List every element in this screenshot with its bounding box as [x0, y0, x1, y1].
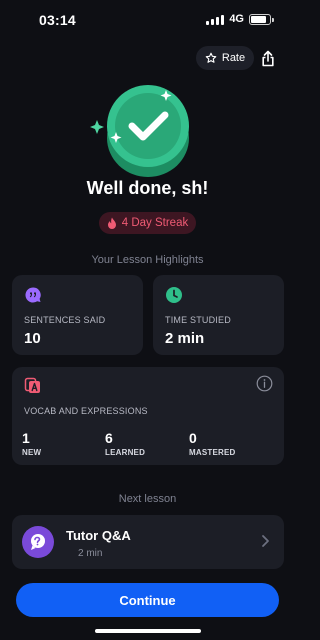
chevron-right-icon	[262, 535, 269, 547]
sentences-label: SENTENCES SAID	[24, 315, 106, 325]
next-lesson-card[interactable]: Tutor Q&A 2 min	[12, 515, 284, 569]
vocab-new-value: 1	[22, 430, 30, 446]
flashcard-icon	[24, 377, 40, 393]
battery-icon	[249, 13, 274, 25]
network-type: 4G	[229, 13, 244, 25]
vocab-card	[12, 367, 284, 465]
vocab-mastered-value: 0	[189, 430, 197, 446]
streak-label: 4 Day Streak	[121, 217, 189, 229]
vocab-label: VOCAB AND EXPRESSIONS	[24, 406, 148, 416]
star-icon	[205, 52, 217, 63]
rate-label: Rate	[221, 52, 246, 64]
vocab-new-label: NEW	[22, 448, 42, 457]
rate-button[interactable]: Rate	[196, 46, 254, 70]
time-value: 2 min	[165, 330, 205, 347]
next-lesson-title: Next lesson	[118, 493, 177, 505]
tutor-chat-icon	[31, 534, 45, 550]
vocab-learned-label: LEARNED	[105, 448, 146, 457]
info-icon[interactable]	[256, 375, 273, 392]
completion-title: Well done, sh!	[86, 178, 209, 198]
sentences-value: 10	[24, 330, 41, 347]
battery-level	[251, 15, 267, 23]
next-lesson-name: Tutor Q&A	[66, 528, 131, 543]
quote-bubble-icon	[25, 287, 41, 303]
vocab-learned-value: 6	[105, 430, 113, 446]
home-indicator[interactable]	[95, 629, 201, 633]
status-icons: 4G	[206, 13, 274, 25]
time-label: TIME STUDIED	[165, 315, 231, 325]
tutor-avatar	[22, 526, 54, 558]
status-time: 03:14	[39, 12, 76, 28]
signal-icon	[206, 14, 225, 25]
highlights-title: Your Lesson Highlights	[91, 254, 204, 266]
flame-icon	[107, 217, 116, 229]
success-badge	[86, 80, 206, 180]
checkmark-badge-icon	[90, 85, 189, 177]
time-card: TIME STUDIED 2 min	[153, 275, 284, 355]
share-icon	[262, 50, 274, 66]
vocab-mastered-label: MASTERED	[189, 448, 236, 457]
streak-badge: 4 Day Streak	[99, 212, 196, 234]
clock-icon	[166, 287, 182, 303]
status-bar: 03:14 4G	[0, 0, 295, 40]
share-button[interactable]	[258, 47, 278, 69]
continue-button[interactable]: Continue	[16, 583, 279, 617]
sentences-card: SENTENCES SAID 10	[12, 275, 143, 355]
next-lesson-duration: 2 min	[78, 548, 103, 559]
